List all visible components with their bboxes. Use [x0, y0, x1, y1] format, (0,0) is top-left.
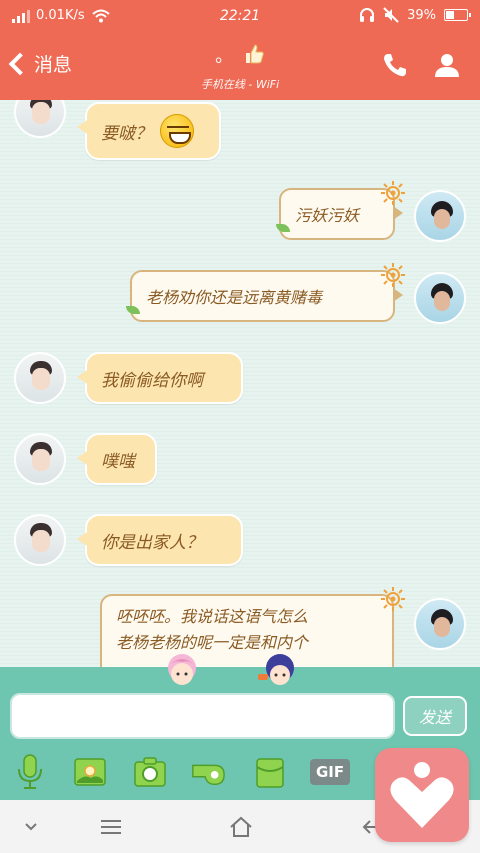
microphone-icon	[18, 754, 42, 789]
message-bubble[interactable]: 呸呸呸。我说话这语气怎么 老杨老杨的呢一定是和内个	[100, 594, 394, 667]
message-text: 老杨劝你还是远离黄赌毒	[146, 288, 323, 307]
nav-down-button[interactable]	[16, 814, 46, 840]
headset-icon	[360, 8, 375, 22]
my-avatar[interactable]	[414, 272, 466, 324]
message-bubble[interactable]: 你是出家人？	[77, 514, 243, 566]
send-button[interactable]: 发送	[403, 696, 467, 736]
menu-icon	[101, 820, 121, 834]
camera-button[interactable]	[132, 752, 168, 792]
battery-percent: 39%	[407, 7, 436, 23]
phone-icon[interactable]	[380, 50, 410, 80]
profile-icon[interactable]	[432, 50, 462, 80]
chat-header: 消息 。 手机在线 - WiFi	[0, 34, 480, 100]
message-bubble[interactable]: 噗嗤	[77, 433, 157, 485]
battery-icon	[444, 9, 471, 21]
message-bubble[interactable]: 我偷偷给你啊	[77, 352, 243, 404]
status-right: 39%	[359, 7, 471, 23]
red-packet-button[interactable]	[190, 752, 226, 792]
camera-icon	[134, 757, 166, 787]
gift-button[interactable]	[252, 752, 288, 792]
nav-home-button[interactable]	[226, 814, 256, 840]
grinning-face-icon	[160, 114, 194, 148]
message-bubble[interactable]: 老杨劝你还是远离黄赌毒	[130, 270, 403, 322]
chevron-down-icon	[25, 823, 37, 831]
message-text: 噗嗤	[101, 451, 135, 472]
cartoon-character-pink-icon	[168, 654, 196, 685]
gif-button[interactable]: GIF	[309, 752, 351, 792]
message-bubble[interactable]: 污妖污妖	[279, 188, 403, 240]
message-text: 污妖污妖	[295, 206, 360, 225]
chat-area[interactable]: 要啵？ 污妖污妖 老杨劝你还是远离黄赌毒 我偷偷给你啊 噗嗤 你是出家人？ 呸呸…	[0, 100, 480, 667]
sun-icon	[381, 181, 405, 205]
sun-icon	[381, 587, 405, 611]
message-text-line-1: 呸呸呸。我说话这语气怎么	[116, 607, 309, 626]
whistle-icon	[192, 764, 225, 786]
message-bubble[interactable]: 要啵？	[77, 102, 221, 160]
contact-name: 。	[215, 46, 234, 67]
message-text: 你是出家人？	[101, 532, 203, 553]
floating-assistant-button[interactable]	[375, 748, 469, 842]
my-avatar[interactable]	[414, 190, 466, 242]
heart-icon	[390, 762, 454, 828]
contact-avatar[interactable]	[14, 352, 66, 404]
my-avatar[interactable]	[414, 598, 466, 650]
thumbs-up-icon	[245, 44, 264, 64]
mute-icon	[383, 7, 399, 23]
message-text: 我偷偷给你啊	[101, 370, 203, 391]
contact-avatar[interactable]	[14, 514, 66, 566]
message-text: 要啵？	[101, 123, 152, 144]
voice-button[interactable]	[12, 752, 48, 792]
contact-avatar[interactable]	[14, 433, 66, 485]
status-bar: 0.01K/s 22:21 39%	[0, 0, 480, 34]
picture-icon	[74, 758, 106, 786]
nav-menu-button[interactable]	[96, 814, 126, 840]
gift-icon	[256, 758, 284, 788]
message-text-line-2: 老杨老杨的呢一定是和内个	[116, 633, 309, 652]
message-input[interactable]	[10, 693, 395, 739]
sun-icon	[381, 263, 405, 287]
cartoon-character-blue-icon	[258, 654, 294, 685]
contact-avatar[interactable]	[14, 100, 66, 138]
home-icon	[230, 816, 252, 837]
picture-button[interactable]	[72, 752, 108, 792]
gif-icon: GIF	[309, 759, 351, 785]
